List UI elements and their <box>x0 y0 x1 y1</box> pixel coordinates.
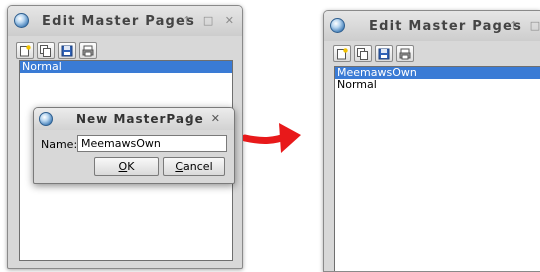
window-title: Edit Master Pages <box>42 14 196 29</box>
import-page-icon <box>61 45 73 56</box>
new-page-button[interactable] <box>16 42 34 59</box>
window-title: Edit Master Pages <box>369 19 523 34</box>
dialog-title-bar[interactable]: New MasterPage ↑ ✕ <box>34 108 234 130</box>
import-page-button[interactable] <box>58 42 76 59</box>
cancel-label-rest: ancel <box>183 160 213 173</box>
new-page-icon <box>337 47 348 59</box>
duplicate-page-icon <box>40 44 51 57</box>
import-page-button[interactable] <box>375 45 393 62</box>
name-label: Name: <box>41 138 78 151</box>
ok-button[interactable]: OK <box>94 157 159 176</box>
toolbar <box>16 42 97 59</box>
list-item[interactable]: Normal <box>20 61 232 73</box>
master-pages-list[interactable]: MeemawsOwn Normal <box>334 66 540 271</box>
new-page-button[interactable] <box>333 45 351 62</box>
window-controls[interactable]: ↑ □ ✕ <box>182 14 238 27</box>
list-item[interactable]: Normal <box>335 79 540 91</box>
title-bar[interactable]: Edit Master Pages ↑ □ ✕ <box>324 11 540 41</box>
ok-label-rest: K <box>127 160 135 173</box>
duplicate-page-button[interactable] <box>37 42 55 59</box>
new-page-icon <box>20 44 31 56</box>
cancel-button[interactable]: Cancel <box>163 157 225 176</box>
red-arrow-icon <box>243 123 301 153</box>
cancel-mnemonic: C <box>175 160 184 173</box>
title-bar[interactable]: Edit Master Pages ↑ □ ✕ <box>8 6 242 36</box>
window-controls[interactable]: ↑ □ ✕ <box>509 19 540 32</box>
app-icon <box>39 112 53 126</box>
app-icon <box>330 18 345 33</box>
name-input[interactable] <box>77 135 227 152</box>
ok-mnemonic: O <box>118 160 128 173</box>
edit-master-pages-window-after: Edit Master Pages ↑ □ ✕ MeemawsOwn Norma… <box>323 10 540 272</box>
delete-page-icon <box>399 48 411 59</box>
delete-page-button[interactable] <box>79 42 97 59</box>
duplicate-page-icon <box>357 47 368 60</box>
delete-page-button[interactable] <box>396 45 414 62</box>
app-icon <box>14 13 29 28</box>
delete-page-icon <box>82 45 94 56</box>
new-masterpage-dialog: New MasterPage ↑ ✕ Name: OK Cancel <box>33 107 235 184</box>
dialog-controls[interactable]: ↑ ✕ <box>186 112 226 125</box>
import-page-icon <box>378 48 390 59</box>
toolbar <box>333 45 414 62</box>
duplicate-page-button[interactable] <box>354 45 372 62</box>
dialog-title: New MasterPage <box>76 112 204 126</box>
